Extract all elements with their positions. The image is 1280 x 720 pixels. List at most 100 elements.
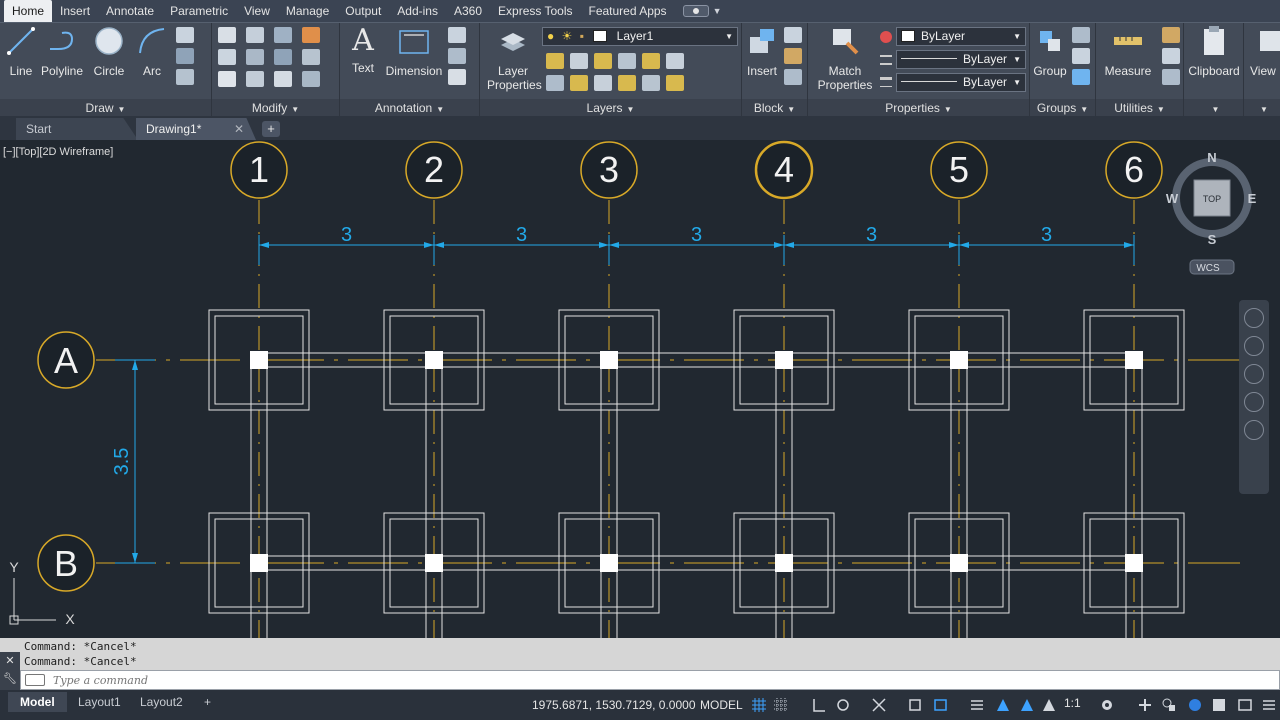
plus-icon[interactable]: [1138, 698, 1152, 712]
layer-freeze-icon[interactable]: [594, 53, 612, 69]
layer-lock-icon[interactable]: [618, 53, 636, 69]
layout-tab-model[interactable]: Model: [8, 692, 67, 712]
groups-panel-title[interactable]: Groups ▼: [1030, 99, 1095, 117]
layer-unlock-icon[interactable]: [642, 75, 660, 91]
tab-featured-apps[interactable]: Featured Apps: [581, 0, 675, 22]
command-input[interactable]: [53, 672, 653, 688]
draw-panel-title[interactable]: Draw ▼: [0, 99, 211, 117]
multileader-icon[interactable]: [448, 48, 466, 64]
object-snap-icon[interactable]: [908, 698, 922, 712]
table-icon[interactable]: [448, 69, 466, 85]
model-space-button[interactable]: MODEL: [700, 693, 743, 717]
trim-icon[interactable]: [274, 27, 292, 43]
orbit-icon[interactable]: [1244, 392, 1264, 412]
annotation-panel-title[interactable]: Annotation ▼: [340, 99, 479, 117]
annotation-scale-value[interactable]: 1:1: [1064, 696, 1081, 710]
tab-a360[interactable]: A360: [446, 0, 490, 22]
layer-unisolate-icon[interactable]: [570, 75, 588, 91]
rectangle-icon[interactable]: [176, 27, 194, 43]
layer-match-icon[interactable]: [642, 53, 660, 69]
viewport-controls[interactable]: [−][Top][2D Wireframe]: [3, 146, 113, 158]
leader-icon[interactable]: [448, 27, 466, 43]
layer-previous-icon[interactable]: [666, 53, 684, 69]
scale-icon[interactable]: [246, 71, 264, 87]
layer-isolate-icon[interactable]: [570, 53, 588, 69]
edit-attributes-icon[interactable]: [784, 69, 802, 85]
ortho-mode-icon[interactable]: [812, 698, 826, 712]
annotation-visibility-icon[interactable]: [996, 698, 1010, 712]
properties-panel-title[interactable]: Properties ▼: [808, 99, 1029, 117]
utilities-panel-title[interactable]: Utilities ▼: [1096, 99, 1183, 117]
zoom-extents-icon[interactable]: [1244, 364, 1264, 384]
layers-panel-title[interactable]: Layers ▼: [480, 99, 741, 117]
modify-panel-title[interactable]: Modify ▼: [212, 99, 339, 117]
gear-icon[interactable]: [1100, 698, 1114, 712]
arc-button[interactable]: Arc: [134, 25, 170, 78]
layout-tab-layout2[interactable]: Layout2: [128, 692, 195, 712]
hardware-acceleration-icon[interactable]: [1188, 698, 1202, 712]
color-dropdown[interactable]: ByLayer ▼: [896, 27, 1026, 46]
object-snap-tracking-icon[interactable]: [872, 698, 886, 712]
wrench-icon[interactable]: 🔧︎: [0, 670, 20, 688]
polar-tracking-icon[interactable]: [836, 698, 850, 712]
view-panel-title[interactable]: ▼: [1244, 99, 1280, 117]
new-tab-button[interactable]: +: [262, 121, 280, 137]
hatch-icon[interactable]: [176, 48, 194, 64]
offset-icon[interactable]: [302, 71, 320, 87]
fillet-icon[interactable]: [274, 49, 292, 65]
clipboard-button[interactable]: Clipboard: [1186, 25, 1242, 78]
layer-on-icon[interactable]: [618, 75, 636, 91]
auto-scale-icon[interactable]: [1020, 698, 1034, 712]
showmotion-icon[interactable]: [1244, 420, 1264, 440]
menu-icon[interactable]: [1262, 698, 1276, 712]
clean-screen-icon[interactable]: [1212, 698, 1226, 712]
file-tab-drawing1[interactable]: Drawing1* ✕: [136, 118, 256, 140]
ribbon-minimize-toggle[interactable]: [682, 5, 709, 17]
annotation-scale-icon[interactable]: [1042, 698, 1056, 712]
view-button[interactable]: View: [1250, 25, 1280, 78]
insert-button[interactable]: Insert: [744, 25, 780, 78]
drawing-canvas[interactable]: 1 2 3 4 5 6 A B 3 3 3 3 3 3.5 Y X TOP N S E W WCS [−][Top][2D…: [0, 140, 1280, 638]
rotate-icon[interactable]: [246, 27, 264, 43]
polyline-button[interactable]: Polyline: [40, 25, 84, 78]
tab-output[interactable]: Output: [337, 0, 389, 22]
tab-insert[interactable]: Insert: [52, 0, 98, 22]
close-icon[interactable]: ✕: [234, 118, 244, 140]
lineweight-display-icon[interactable]: [970, 698, 984, 712]
layer-properties-button[interactable]: Layer Properties: [484, 25, 542, 92]
erase-icon[interactable]: [302, 27, 320, 43]
clipboard-panel-title[interactable]: ▼: [1184, 99, 1243, 117]
tab-annotate[interactable]: Annotate: [98, 0, 162, 22]
layer-change-icon[interactable]: [666, 75, 684, 91]
quick-select-icon[interactable]: [1162, 27, 1180, 43]
measure-button[interactable]: Measure: [1100, 25, 1156, 78]
ungroup-icon[interactable]: [1072, 27, 1090, 43]
tab-express-tools[interactable]: Express Tools: [490, 0, 580, 22]
edit-block-icon[interactable]: [784, 48, 802, 64]
layer-thaw-icon[interactable]: [594, 75, 612, 91]
explode-icon[interactable]: [302, 49, 320, 65]
mirror-icon[interactable]: [246, 49, 264, 65]
group-edit-icon[interactable]: [1072, 48, 1090, 64]
steering-wheel-icon[interactable]: [1244, 308, 1264, 328]
tab-manage[interactable]: Manage: [278, 0, 337, 22]
layer-walk-icon[interactable]: [546, 75, 564, 91]
chevron-down-icon[interactable]: ▼: [713, 6, 722, 16]
tab-view[interactable]: View: [236, 0, 278, 22]
calculator-icon[interactable]: [1162, 69, 1180, 85]
array-icon[interactable]: [274, 71, 292, 87]
pan-hand-icon[interactable]: [1244, 336, 1264, 356]
region-icon[interactable]: [176, 69, 194, 85]
point-icon[interactable]: [1162, 48, 1180, 64]
tab-parametric[interactable]: Parametric: [162, 0, 236, 22]
stretch-icon[interactable]: [218, 71, 236, 87]
close-icon[interactable]: ✕: [0, 652, 20, 670]
move-icon[interactable]: [218, 27, 236, 43]
grid-display-icon[interactable]: [752, 698, 766, 712]
block-panel-title[interactable]: Block ▼: [742, 99, 807, 117]
copy-icon[interactable]: [218, 49, 236, 65]
group-button[interactable]: Group: [1032, 25, 1068, 78]
fullscreen-icon[interactable]: [1238, 698, 1252, 712]
group-select-icon[interactable]: [1072, 69, 1090, 85]
isolate-objects-icon[interactable]: [1162, 698, 1176, 712]
